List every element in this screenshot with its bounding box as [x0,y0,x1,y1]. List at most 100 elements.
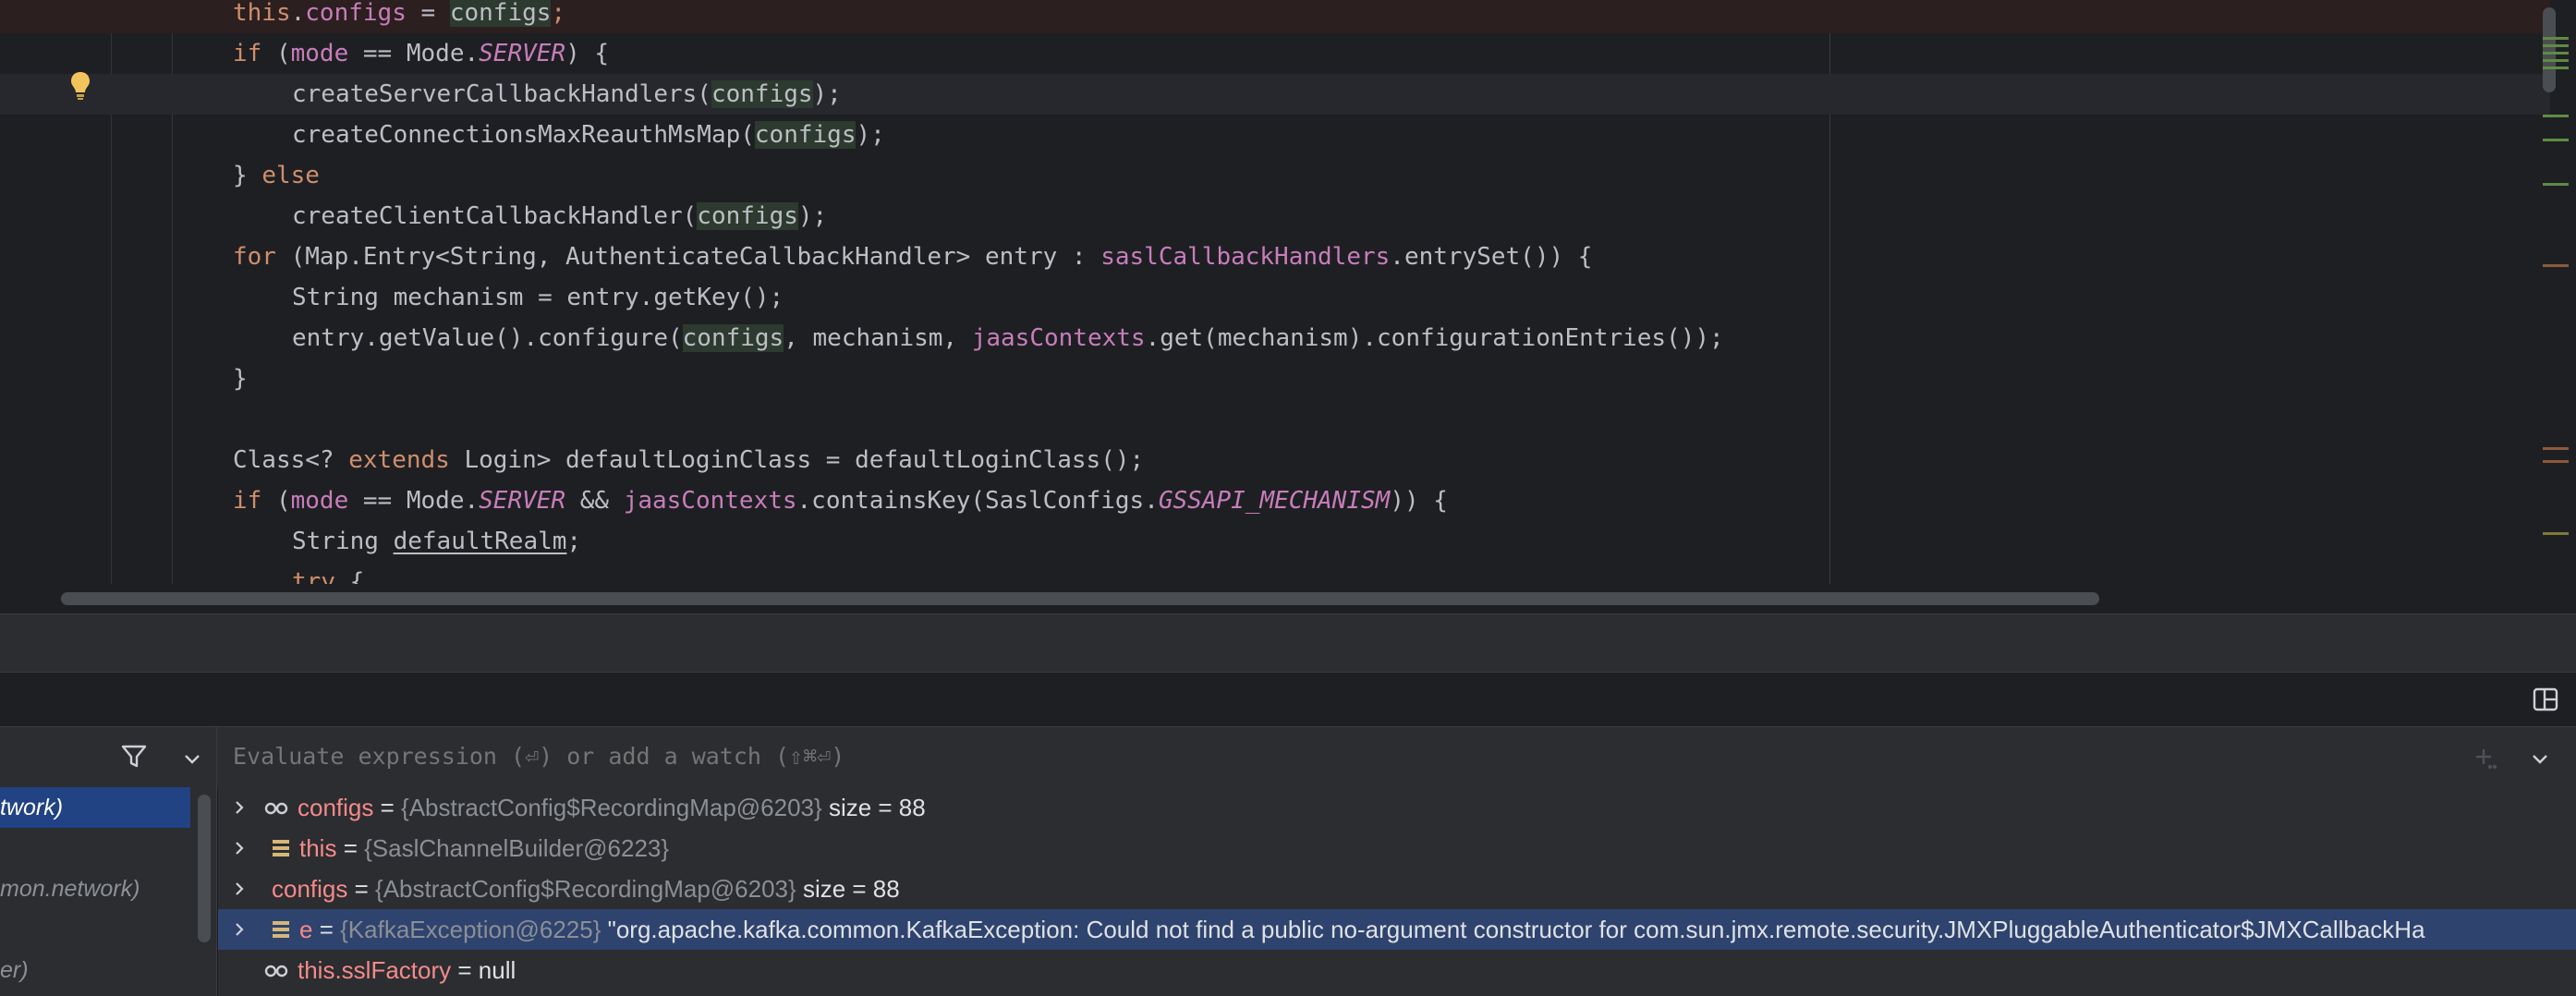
variable-text: this.sslFactory = null [298,950,516,990]
code-editor[interactable]: this.configs = configs; if (mode == Mode.… [0,0,2576,584]
code-line[interactable]: String defaultRealm; [0,521,2550,562]
code-text: try { [292,562,364,584]
code-token: (Map.Entry<String, AuthenticateCallbackH… [275,243,1101,271]
editor-horizontal-scrollbar[interactable] [61,592,2099,605]
variable-row[interactable]: this = {SaslChannelBuilder@6223} [218,828,2576,868]
code-token: ( [261,487,291,515]
add-watch-icon[interactable] [2473,745,2500,772]
code-token: extends [348,446,450,474]
code-text: createServerCallbackHandlers(configs); [292,74,842,115]
filter-icon[interactable] [120,743,148,771]
chevron-down-icon[interactable] [182,748,202,769]
variable-equals: = [451,956,479,984]
code-line[interactable]: for (Map.Entry<String, AuthenticateCallb… [0,237,2550,277]
variable-type: {SaslChannelBuilder@6223} [364,834,670,862]
code-token: mode [290,487,349,515]
code-token: = [406,0,450,27]
frames-scrollbar[interactable] [198,795,211,942]
evaluate-expression-input[interactable] [233,740,2450,773]
frame-item[interactable] [0,828,190,868]
code-line[interactable]: } else [0,155,2550,196]
code-token: configs [711,80,813,108]
variable-equals: = [336,834,365,862]
code-line[interactable]: try { [0,562,2550,584]
editor-vertical-scrollbar[interactable] [2543,7,2556,92]
code-token: Class<? [233,446,349,474]
variable-row[interactable]: e = {KafkaException@6225} "org.apache.ka… [218,909,2576,950]
code-text: entry.getValue().configure(configs, mech… [292,318,1724,358]
code-token: saslCallbackHandlers [1100,243,1391,271]
code-line[interactable]: Class<? extends Login> defaultLoginClass… [0,440,2550,480]
variables-panel[interactable]: configs = {AbstractConfig$RecordingMap@6… [218,787,2576,996]
warning-marker [2543,532,2569,535]
code-line[interactable]: entry.getValue().configure(configs, mech… [0,318,2550,358]
code-token: == Mode. [348,487,480,515]
variable-row[interactable]: configs = {AbstractConfig$RecordingMap@6… [218,868,2576,909]
code-token: } [233,162,262,189]
change-marker [2543,37,2569,40]
frame-item[interactable]: twork) [0,787,190,828]
change-marker [2543,59,2569,62]
code-text: if (mode == Mode.SERVER) { [233,33,609,74]
code-token: ); [797,202,828,230]
code-token: && [565,487,624,515]
code-token: { [334,568,365,584]
chevron-right-icon[interactable] [231,881,248,897]
code-token: Login> defaultLoginClass = defaultLoginC… [449,446,1145,474]
panel-separator[interactable] [216,726,217,996]
variable-row[interactable]: configs = {AbstractConfig$RecordingMap@6… [218,787,2576,828]
field-icon [273,840,289,856]
frame-item[interactable] [0,909,190,950]
code-line[interactable]: createConnectionsMaxReauthMsMap(configs)… [0,115,2550,155]
code-token: GSSAPI_MECHANISM [1158,487,1391,515]
code-token: ) { [565,40,610,67]
variable-text: configs = {AbstractConfig$RecordingMap@6… [298,787,926,828]
variable-name: e [299,916,313,943]
code-text: } else [233,155,320,196]
frames-panel[interactable]: twork) mon.network) er) [0,787,216,996]
code-token: entry.getValue().configure( [292,324,683,352]
code-token: .entrySet()) { [1390,243,1593,271]
code-line[interactable]: if (mode == Mode.SERVER) { [0,33,2550,74]
variable-type: {AbstractConfig$RecordingMap@6203} [375,875,796,903]
code-token: configs [449,0,552,27]
code-text: createConnectionsMaxReauthMsMap(configs)… [292,115,885,155]
code-line[interactable]: } [0,358,2550,399]
code-text: String mechanism = entry.getKey(); [292,277,784,318]
variable-name: configs [272,875,348,903]
frame-item[interactable]: mon.network) [0,868,190,909]
code-token: if [233,487,262,515]
code-text: if (mode == Mode.SERVER && jaasContexts.… [233,480,1448,521]
chevron-right-icon[interactable] [231,840,248,856]
code-line[interactable]: String mechanism = entry.getKey(); [0,277,2550,318]
code-line[interactable]: createServerCallbackHandlers(configs); [0,74,2550,115]
variable-row[interactable]: this.sslFactory = null [218,950,2576,990]
chevron-down-icon[interactable] [2530,748,2550,769]
code-token: ; [551,0,566,27]
variable-name: this [299,834,337,862]
code-token: ); [812,80,842,108]
frame-item[interactable]: er) [0,950,190,990]
code-token: SERVER [479,487,566,515]
code-token: configs [754,121,857,149]
layout-settings-icon[interactable] [2532,686,2559,713]
code-line[interactable]: this.configs = configs; [0,0,2550,33]
code-token: String mechanism = entry.getKey(); [292,284,784,311]
code-token: jaasContexts [971,324,1146,352]
variable-value: "org.apache.kafka.common.KafkaException:… [601,916,2425,943]
code-line[interactable]: createClientCallbackHandler(configs); [0,196,2550,237]
lightbulb-icon[interactable] [68,70,92,102]
chevron-right-icon[interactable] [231,799,248,816]
code-token: createClientCallbackHandler( [292,202,698,230]
variable-type: {KafkaException@6225} [340,916,601,943]
code-token: SERVER [479,40,566,67]
chevron-right-icon[interactable] [231,921,248,938]
variable-equals: = [347,875,376,903]
code-token: configs [682,324,784,352]
code-token: if [233,40,262,67]
code-text: createClientCallbackHandler(configs); [292,196,827,237]
code-line[interactable]: if (mode == Mode.SERVER && jaasContexts.… [0,480,2550,521]
variable-value: size = 88 [796,875,900,903]
code-token: createConnectionsMaxReauthMsMap( [292,121,755,149]
code-line[interactable] [0,399,2550,440]
